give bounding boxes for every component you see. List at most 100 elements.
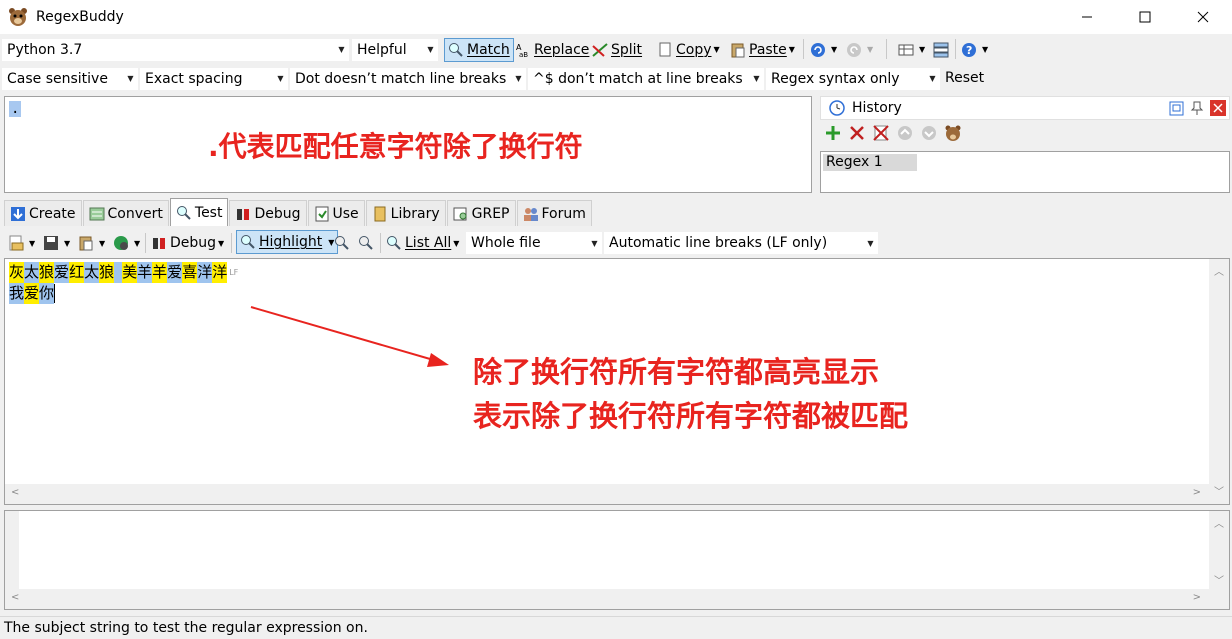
match-char: 羊 — [137, 262, 153, 283]
paste-icon — [78, 235, 94, 251]
magnifier-icon — [448, 42, 464, 58]
syntax-select[interactable]: Regex syntax only ▼ — [766, 67, 940, 90]
next-match-button[interactable] — [358, 231, 377, 255]
tab-create[interactable]: Create — [4, 200, 82, 226]
history-list[interactable]: Regex 1 — [820, 151, 1230, 193]
split-button[interactable]: Split — [592, 38, 642, 62]
web-button[interactable]: ▼ — [113, 231, 140, 255]
annotation-arrow — [250, 306, 449, 367]
spacing-select[interactable]: Exact spacing ▼ — [140, 67, 288, 90]
debug-button[interactable]: Debug ▼ — [151, 231, 224, 255]
match-char: 美 — [122, 262, 138, 283]
close-panel-icon[interactable] — [1210, 100, 1226, 120]
match-button[interactable]: Match — [444, 37, 514, 62]
delete-icon[interactable] — [848, 124, 866, 146]
history-item[interactable]: Regex 1 — [823, 154, 917, 171]
help-button[interactable]: ? ▼ — [961, 38, 988, 62]
copy-button[interactable]: Copy ▼ — [657, 38, 720, 62]
panels-button[interactable] — [933, 38, 952, 62]
dropdown-arrow-icon: ▼ — [788, 45, 795, 54]
undo-icon — [810, 42, 826, 58]
options-toolbar: Case sensitive ▼ Exact spacing ▼ Dot doesn… — [0, 65, 1232, 92]
previous-match-button[interactable] — [334, 231, 353, 255]
redo-button[interactable]: ▼ — [846, 38, 873, 62]
svg-text:?: ? — [966, 44, 972, 57]
line-breaks-select[interactable]: Automatic line breaks (LF only) ▼ — [604, 232, 878, 254]
globe-icon — [113, 235, 129, 251]
layout-button[interactable]: ▼ — [898, 38, 925, 62]
case-select[interactable]: Case sensitive ▼ — [2, 67, 138, 90]
regexbuddy-icon[interactable] — [944, 124, 962, 146]
maximize-button[interactable] — [1116, 0, 1174, 34]
add-icon[interactable] — [824, 124, 842, 146]
match-char: 羊 — [152, 262, 168, 283]
tab-grep[interactable]: GREP — [446, 200, 516, 226]
tab-convert[interactable]: Convert — [82, 200, 169, 226]
match-char: 你 — [39, 283, 55, 304]
scope-select[interactable]: Whole file ▼ — [466, 232, 602, 254]
zoom-next-icon — [358, 235, 374, 251]
subject-annotation-2: 表示除了换行符所有字符都被匹配 — [473, 399, 909, 433]
move-up-icon[interactable] — [896, 124, 914, 146]
tab-use[interactable]: Use — [307, 200, 365, 226]
scroll-down-icon[interactable]: ﹀ — [1214, 572, 1224, 587]
tab-test[interactable]: Test — [169, 198, 229, 226]
tab-forum[interactable]: Forum — [516, 200, 592, 226]
redo-icon — [846, 42, 862, 58]
helpful-select[interactable]: Helpful ▼ — [352, 38, 438, 61]
pin-icon[interactable] — [1190, 101, 1204, 119]
tab-library[interactable]: Library — [365, 200, 446, 226]
results-panel[interactable]: ︿ ﹀ < > — [4, 510, 1230, 610]
scroll-left-icon[interactable]: < — [11, 592, 19, 603]
open-file-button[interactable]: ▼ — [8, 231, 35, 255]
dropdown-arrow-icon: ▼ — [99, 238, 106, 248]
dot-select[interactable]: Dot doesn’t match line breaks ▼ — [290, 67, 526, 90]
results-vertical-scrollbar[interactable]: ︿ ﹀ — [1209, 511, 1229, 609]
save-button[interactable]: ▼ — [43, 231, 70, 255]
scroll-up-icon[interactable]: ︿ — [1214, 263, 1224, 278]
regex-text[interactable]: . — [9, 101, 22, 117]
flavor-select[interactable]: Python 3.7 ▼ — [2, 38, 349, 61]
history-header: History — [820, 96, 1230, 120]
restore-panel-icon[interactable] — [1169, 101, 1184, 120]
chevron-down-icon: ▼ — [867, 238, 874, 248]
highlight-button[interactable]: Highlight ▼ — [236, 230, 339, 254]
dropdown-arrow-icon: ▼ — [713, 45, 720, 54]
match-char: 爱 — [167, 262, 183, 283]
match-char: 爱 — [24, 283, 40, 304]
scroll-right-icon[interactable]: > — [1193, 487, 1201, 498]
paste-button[interactable]: Paste ▼ — [730, 38, 795, 62]
horizontal-scrollbar[interactable]: < > — [5, 484, 1209, 504]
vertical-scrollbar[interactable]: ︿ ﹀ — [1209, 259, 1229, 504]
regexbuddy-logo-icon — [8, 7, 28, 27]
minimize-button[interactable] — [1058, 0, 1116, 34]
forum-icon — [523, 206, 539, 222]
undo-button[interactable]: ▼ — [810, 38, 837, 62]
match-char: 灰 — [9, 262, 25, 283]
close-window-button[interactable] — [1174, 0, 1232, 34]
move-down-icon[interactable] — [920, 124, 938, 146]
scroll-up-icon[interactable]: ︿ — [1214, 515, 1224, 530]
subject-editor[interactable]: 灰 太 狼 爱 红 太 狼 美 羊 羊 爱 喜 洋 洋 LF 我 爱 你 除了换… — [4, 258, 1230, 505]
tab-debug[interactable]: Debug — [229, 200, 307, 226]
magnifier-icon — [386, 235, 402, 251]
anchors-select[interactable]: ^$ don’t match at line breaks ▼ — [528, 67, 764, 90]
use-icon — [314, 206, 330, 222]
regex-editor[interactable]: . .代表匹配任意字符除了换行符 — [4, 96, 812, 193]
scroll-left-icon[interactable]: < — [11, 487, 19, 498]
window-title: RegexBuddy — [36, 9, 124, 25]
scroll-right-icon[interactable]: > — [1193, 592, 1201, 603]
delete-all-icon[interactable] — [872, 124, 890, 146]
replace-button[interactable]: AaB Replace — [515, 38, 589, 62]
reset-button[interactable]: Reset — [945, 66, 984, 90]
paste-subject-button[interactable]: ▼ — [78, 231, 105, 255]
match-char: 洋 — [212, 262, 228, 283]
magnifier-icon — [176, 205, 192, 221]
dropdown-arrow-icon: ▼ — [831, 45, 838, 54]
scroll-down-icon[interactable]: ﹀ — [1214, 483, 1224, 498]
dropdown-arrow-icon: ▼ — [867, 45, 874, 54]
history-title: History — [852, 100, 902, 116]
subject-annotation-1: 除了换行符所有字符都高亮显示 — [473, 355, 880, 389]
list-all-button[interactable]: List All ▼ — [386, 231, 459, 255]
results-horizontal-scrollbar[interactable]: < > — [5, 589, 1209, 609]
